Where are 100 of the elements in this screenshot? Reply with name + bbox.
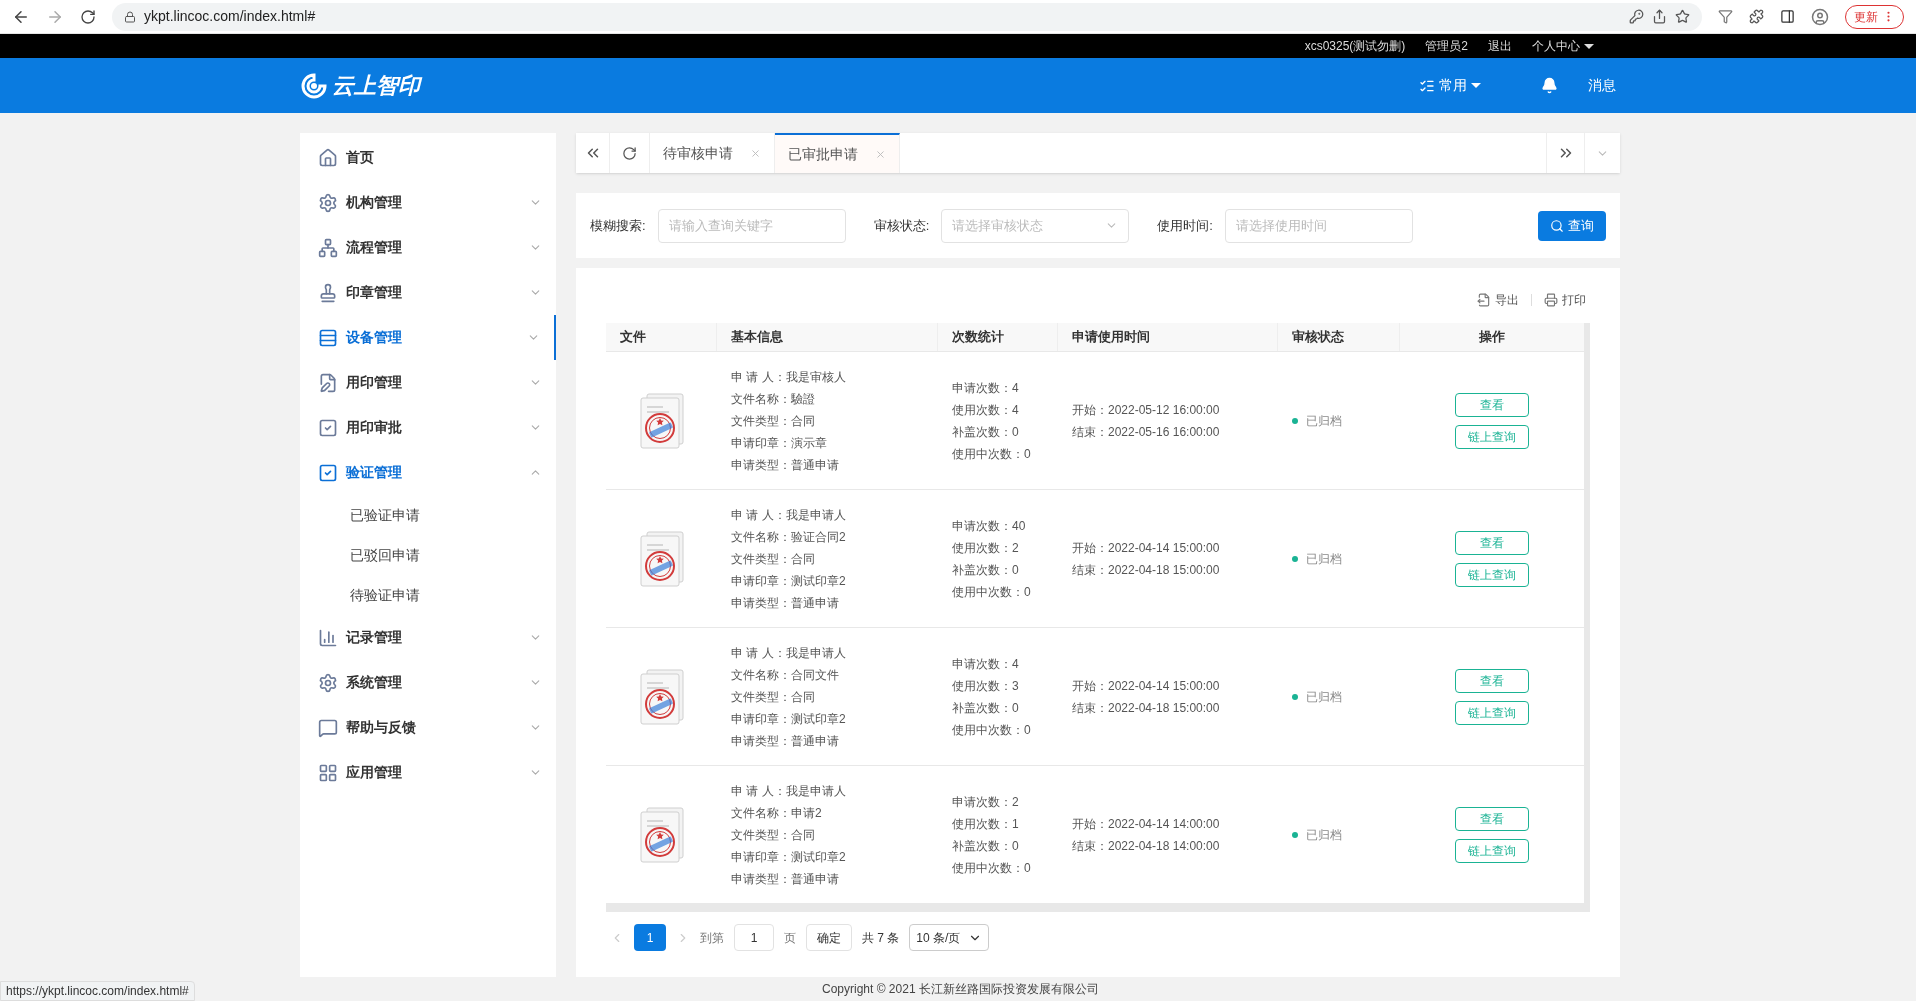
bell-icon[interactable]: [1541, 77, 1558, 94]
sidebar-item[interactable]: 验证管理: [300, 450, 556, 495]
search-field[interactable]: 请输入查询关键字: [657, 208, 846, 243]
personal-center-menu[interactable]: 个人中心: [1532, 37, 1594, 55]
puzzle-icon[interactable]: [1749, 9, 1764, 24]
sidebar-item[interactable]: 设备管理: [300, 315, 556, 360]
column-header: 申请使用时间: [1058, 323, 1278, 351]
messages-link[interactable]: 消息: [1588, 75, 1616, 96]
info-line: 申请类型：普通申请: [731, 456, 840, 474]
info-line: 申请类型：普通申请: [731, 732, 840, 750]
stamp-icon: [318, 282, 338, 303]
total-count: 共 7 条: [862, 929, 900, 947]
sidebar-item[interactable]: 用印管理: [300, 360, 556, 405]
export-link[interactable]: 导出: [1477, 291, 1519, 309]
count-line: 补盖次数：0: [952, 837, 1020, 855]
info-line: 申请类型：普通申请: [731, 594, 840, 612]
gear-icon: [318, 192, 338, 213]
info-line: 申 请 人：我是申请人: [731, 644, 847, 662]
filter-label: 审核状态:: [873, 216, 930, 235]
page-button[interactable]: 1: [634, 924, 666, 951]
logo-icon: [300, 71, 328, 100]
key-icon[interactable]: [1629, 9, 1644, 24]
info-line: 文件名称：验证合同2: [731, 528, 847, 546]
sidebar-item[interactable]: 帮助与反馈: [300, 705, 556, 750]
sidebar-item[interactable]: 系统管理: [300, 660, 556, 705]
print-link[interactable]: 打印: [1544, 291, 1586, 309]
info-line: 文件名称：驗證: [731, 390, 816, 408]
column-header: 文件: [606, 323, 717, 351]
search-field[interactable]: 请选择使用时间: [1224, 208, 1413, 243]
profile-icon[interactable]: [1811, 7, 1829, 26]
side-panel-icon[interactable]: [1780, 9, 1795, 24]
common-menu[interactable]: 常用: [1419, 75, 1481, 96]
count-line: 申请次数：4: [952, 379, 1020, 397]
info-line: 申 请 人：我是审核人: [731, 368, 847, 386]
gear-icon: [318, 672, 338, 693]
lock-icon: [124, 10, 136, 23]
count-line: 补盖次数：0: [952, 423, 1020, 441]
query-button[interactable]: 查询: [1538, 210, 1606, 241]
sidebar-subitem[interactable]: 待验证申请: [300, 575, 556, 615]
address-bar[interactable]: ykpt.lincoc.com/index.html#: [112, 2, 1702, 31]
search-icon: [1550, 218, 1564, 233]
time-line: 开始：2022-05-12 16:00:00: [1072, 401, 1221, 419]
filter-label: 使用时间:: [1157, 216, 1213, 235]
share-icon[interactable]: [1652, 9, 1667, 24]
copyright-text: Copyright © 2021 长江新丝路国际投资发展有限公司: [822, 981, 1099, 998]
column-header: 基本信息: [717, 323, 938, 351]
user-name: xcs0325(测试勿删): [1304, 38, 1406, 55]
chat-icon: [318, 717, 338, 738]
page-size-select[interactable]: 10 条/页: [909, 924, 990, 951]
info-line: 文件类型：合同: [731, 412, 816, 430]
printer-icon: [1544, 293, 1558, 307]
sidebar-item[interactable]: 机构管理: [300, 180, 556, 225]
column-header: 操作: [1478, 328, 1506, 347]
time-line: 开始：2022-04-14 15:00:00: [1072, 677, 1221, 695]
sidebar-item[interactable]: 印章管理: [300, 270, 556, 315]
time-line: 结束：2022-04-18 15:00:00: [1072, 699, 1221, 717]
time-line: 结束：2022-04-18 15:00:00: [1072, 561, 1221, 579]
sidebar-subitem[interactable]: 已验证申请: [300, 495, 556, 535]
info-line: 申 请 人：我是申请人: [731, 782, 847, 800]
count-line: 使用次数：4: [952, 401, 1020, 419]
refresh-icon: [622, 145, 637, 161]
info-line: 申请类型：普通申请: [731, 870, 840, 888]
caret-icon: [1584, 43, 1594, 49]
bar-chart-icon: [318, 627, 338, 648]
info-line: 文件类型：合同: [731, 688, 816, 706]
user-role[interactable]: 管理员2: [1425, 37, 1468, 55]
bookmark-star-icon[interactable]: [1675, 9, 1690, 24]
reload-icon[interactable]: [80, 8, 96, 25]
count-line: 使用次数：3: [952, 677, 1020, 695]
tab[interactable]: 已审批申请: [775, 133, 900, 173]
info-line: 文件名称：合同文件: [731, 666, 840, 684]
info-line: 申请印章：测试印章2: [731, 710, 847, 728]
status-text: 已归档: [1306, 412, 1342, 430]
logout-link[interactable]: 退出: [1488, 37, 1512, 55]
status-text: 已归档: [1306, 688, 1342, 706]
info-line: 文件类型：合同: [731, 826, 816, 844]
time-line: 结束：2022-04-18 14:00:00: [1072, 837, 1221, 855]
sidebar-item[interactable]: 流程管理: [300, 225, 556, 270]
count-line: 申请次数：4: [952, 655, 1020, 673]
url-text: ykpt.lincoc.com/index.html#: [144, 7, 316, 26]
sidebar-item[interactable]: 首页: [300, 135, 556, 180]
info-line: 申请印章：测试印章2: [731, 572, 847, 590]
sidebar-item[interactable]: 记录管理: [300, 615, 556, 660]
page-input[interactable]: 1: [734, 924, 774, 951]
info-line: 申请印章：演示章: [731, 434, 828, 452]
flowchart-icon: [318, 237, 338, 258]
caret-icon: [1471, 83, 1481, 88]
confirm-button[interactable]: 确定: [806, 924, 852, 951]
sidebar-item[interactable]: 用印审批: [300, 405, 556, 450]
count-line: 使用中次数：0: [952, 445, 1032, 463]
status-text: 已归档: [1306, 826, 1342, 844]
info-line: 文件名称：申请2: [731, 804, 823, 822]
count-line: 补盖次数：0: [952, 699, 1020, 717]
count-line: 使用中次数：0: [952, 721, 1032, 739]
count-line: 使用次数：2: [952, 539, 1020, 557]
filter-label: 模糊搜索:: [590, 216, 646, 235]
time-line: 开始：2022-04-14 14:00:00: [1072, 815, 1221, 833]
time-line: 结束：2022-05-16 16:00:00: [1072, 423, 1221, 441]
sidebar-item[interactable]: 应用管理: [300, 750, 556, 795]
sidebar-subitem[interactable]: 已驳回申请: [300, 535, 556, 575]
